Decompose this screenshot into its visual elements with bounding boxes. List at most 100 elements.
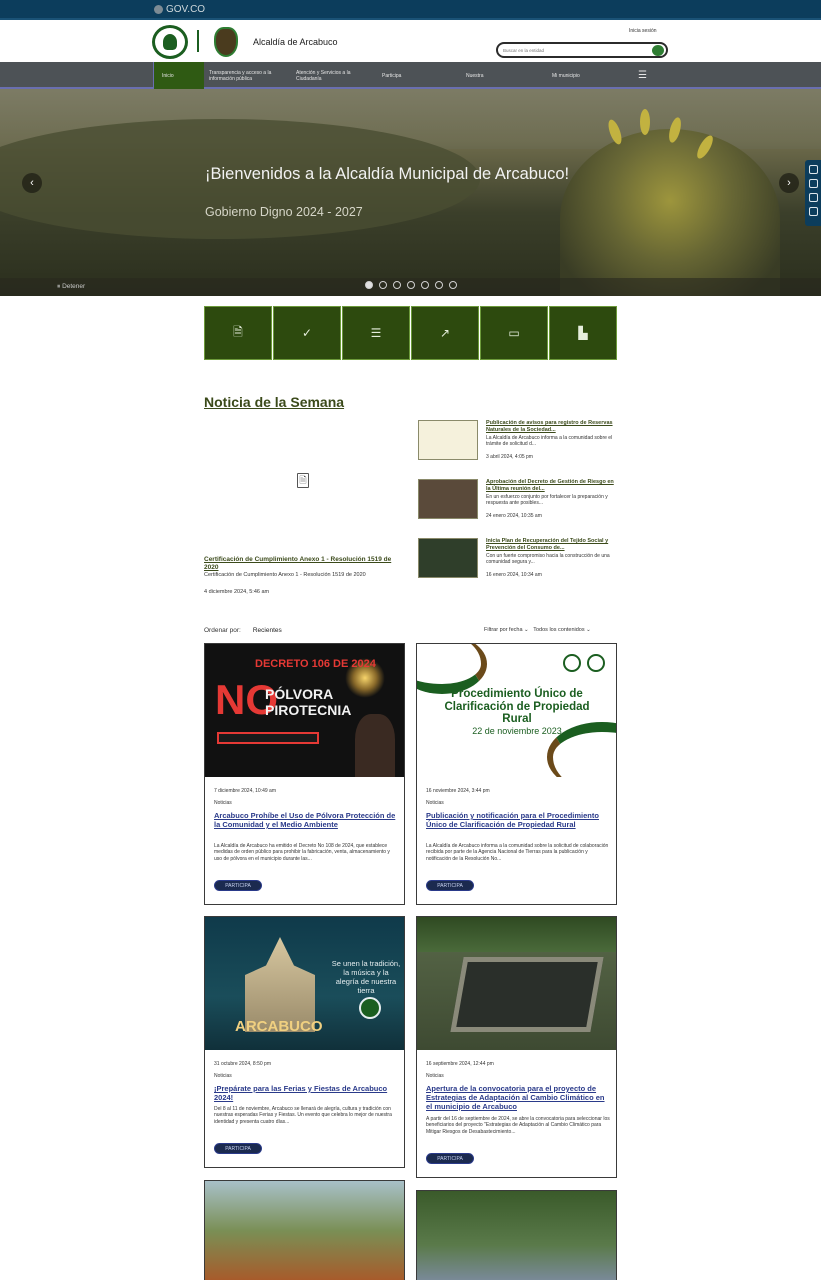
header-divider: [197, 30, 199, 52]
participa-button[interactable]: PARTICIPA: [426, 1153, 474, 1164]
card-description: A partir del 16 de septiembre de 2024, s…: [426, 1116, 610, 1135]
card-date: 16 septiembre 2024, 12:44 pm: [426, 1061, 494, 1067]
municipal-logo[interactable]: [152, 25, 188, 59]
news-card[interactable]: Procedimiento Único de Clarificación de …: [416, 643, 617, 905]
card-tag: Noticias: [214, 800, 232, 806]
image-banner: [217, 732, 319, 744]
contrast-icon[interactable]: [808, 165, 818, 174]
login-link[interactable]: Inicia sesión: [629, 28, 657, 34]
card-title[interactable]: Publicación y notificación para el Proce…: [426, 811, 608, 829]
news-card-image: Procedimiento Único de Clarificación de …: [417, 644, 616, 777]
nav-item-transparencia[interactable]: Transparencia y acceso a la información …: [209, 62, 289, 89]
chevron-down-icon: ⌄: [524, 627, 529, 633]
featured-news-title[interactable]: Certificación de Cumplimiento Anexo 1 - …: [204, 556, 399, 572]
news-card[interactable]: Se unen la tradición, la música y la ale…: [204, 916, 405, 1168]
side-news-title[interactable]: Publicación de avisos para registro de R…: [486, 420, 618, 434]
quick-link-document-icon[interactable]: 🗎: [204, 306, 272, 360]
news-card-image: [417, 1191, 616, 1280]
site-header: Alcaldía de Arcabuco Inicia sesión: [0, 22, 821, 62]
decorative-swoosh: [417, 644, 487, 694]
filter-content-select[interactable]: Todos los contenidos: [533, 627, 584, 633]
news-card-image: Se unen la tradición, la música y la ale…: [205, 917, 404, 1050]
side-news-item[interactable]: Inicia Plan de Recuperación del Tejido S…: [418, 538, 618, 582]
participa-button[interactable]: PARTICIPA: [214, 1143, 262, 1154]
coat-of-arms-logo: [214, 27, 238, 57]
main-nav: Inicio Transparencia y acceso a la infor…: [0, 62, 821, 89]
carousel-dot[interactable]: [393, 281, 401, 289]
image-tagline-text: Se unen la tradición, la música y la ale…: [331, 959, 401, 995]
hero-flower: [640, 109, 650, 135]
quick-link-check-icon[interactable]: ✓: [273, 306, 341, 360]
news-card[interactable]: 16 septiembre 2024, 12:44 pm Noticias Ap…: [416, 916, 617, 1178]
side-news-item[interactable]: Publicación de avisos para registro de R…: [418, 420, 618, 464]
carousel-dot[interactable]: [421, 281, 429, 289]
image-polvora-word: PÓLVORA: [265, 686, 334, 702]
nav-item-participa[interactable]: Participa: [382, 62, 432, 89]
search-button-icon[interactable]: [652, 45, 664, 56]
quick-link-calendar-icon[interactable]: ▭: [480, 306, 548, 360]
carousel-stop-label: Detener: [62, 283, 86, 290]
image-title-text: Procedimiento Único de Clarificación de …: [444, 688, 590, 725]
side-news-title[interactable]: Inicia Plan de Recuperación del Tejido S…: [486, 538, 618, 552]
carousel-stop-button[interactable]: ⏸ Detener: [57, 283, 85, 291]
card-title[interactable]: ¡Prepárate para las Ferias y Fiestas de …: [214, 1084, 396, 1102]
nav-item-mi-municipio[interactable]: Mi municipio: [552, 62, 602, 89]
card-title[interactable]: Arcabuco Prohíbe el Uso de Pólvora Prote…: [214, 811, 396, 829]
carousel-dot[interactable]: [407, 281, 415, 289]
card-description: La Alcaldía de Arcabuco informa a la com…: [426, 843, 609, 862]
quick-link-trend-icon[interactable]: ↗: [411, 306, 479, 360]
side-news-description: La Alcaldía de Arcabuco informa a la com…: [486, 435, 613, 447]
hand-graphic: [355, 714, 395, 777]
carousel-dot[interactable]: [449, 281, 457, 289]
font-decrease-icon[interactable]: [808, 193, 818, 202]
order-select[interactable]: Recientes: [253, 627, 282, 634]
card-date: 31 octubre 2024, 8:50 pm: [214, 1061, 271, 1067]
news-thumbnail: [418, 479, 478, 519]
side-news-title[interactable]: Aprobación del Decreto de Gestión de Rie…: [486, 479, 618, 493]
gov-co-logo[interactable]: GOV.CO: [154, 4, 205, 15]
accessibility-toolbar: [805, 160, 821, 226]
featured-news-description: Certificación de Cumplimiento Anexo 1 - …: [204, 572, 366, 578]
side-news-item[interactable]: Aprobación del Decreto de Gestión de Rie…: [418, 479, 618, 523]
card-description: Del 8 al 11 de noviembre, Arcabuco se ll…: [214, 1106, 392, 1125]
carousel-dot[interactable]: [379, 281, 387, 289]
image-town-text: ARCABUCO: [235, 1018, 323, 1035]
font-increase-icon[interactable]: [808, 179, 818, 188]
card-title[interactable]: Apertura de la convocatoria para el proy…: [426, 1084, 608, 1111]
participa-button[interactable]: PARTICIPA: [426, 880, 474, 891]
chevron-down-icon: ⌄: [586, 627, 591, 633]
side-news-date: 3 abril 2024, 4:05 pm: [486, 454, 533, 460]
carousel-dot[interactable]: [365, 281, 373, 289]
news-card[interactable]: [204, 1180, 405, 1280]
news-card[interactable]: DECRETO 106 DE 2024 NO PÓLVORA PIROTECNIA…: [204, 643, 405, 905]
coat-of-arms-icon: [563, 654, 581, 672]
hamburger-icon[interactable]: ☰: [638, 62, 650, 89]
card-tag: Noticias: [426, 1073, 444, 1079]
trees-graphic: [417, 917, 616, 952]
news-card-image: [205, 1181, 404, 1280]
news-thumbnail: [418, 420, 478, 460]
hero-title: ¡Bienvenidos a la Alcaldía Municipal de …: [205, 165, 570, 183]
side-news-description: En un esfuerzo conjunto por fortalecer l…: [486, 494, 608, 506]
news-card[interactable]: [416, 1190, 617, 1280]
hero-plant: [560, 129, 780, 296]
nav-item-atencion[interactable]: Atención y Servicios a la Ciudadanía: [296, 62, 371, 89]
municipal-logo-icon: [587, 654, 605, 672]
center-relevo-icon[interactable]: [808, 207, 818, 216]
news-card-image: DECRETO 106 DE 2024 NO PÓLVORA PIROTECNIA: [205, 644, 404, 777]
carousel-next-icon[interactable]: ›: [779, 173, 799, 193]
filter-date-select[interactable]: Filtrar por fecha: [484, 627, 523, 633]
participa-button[interactable]: PARTICIPA: [214, 880, 262, 891]
quick-link-list-icon[interactable]: ☰: [342, 306, 410, 360]
search-input[interactable]: [503, 46, 648, 55]
document-icon: 🗎: [297, 473, 309, 488]
featured-news-date: 4 diciembre 2024, 5:46 am: [204, 589, 270, 595]
search-box: [496, 42, 668, 58]
carousel-prev-icon[interactable]: ‹: [22, 173, 42, 193]
quick-link-chart-icon[interactable]: ▙: [549, 306, 617, 360]
hero-subtitle: Gobierno Digno 2024 - 2027: [205, 205, 363, 219]
site-name[interactable]: Alcaldía de Arcabuco: [253, 37, 338, 47]
carousel-dot[interactable]: [435, 281, 443, 289]
nav-item-nuestra[interactable]: Nuestra: [466, 62, 516, 89]
nav-item-inicio[interactable]: Inicio: [153, 62, 204, 89]
